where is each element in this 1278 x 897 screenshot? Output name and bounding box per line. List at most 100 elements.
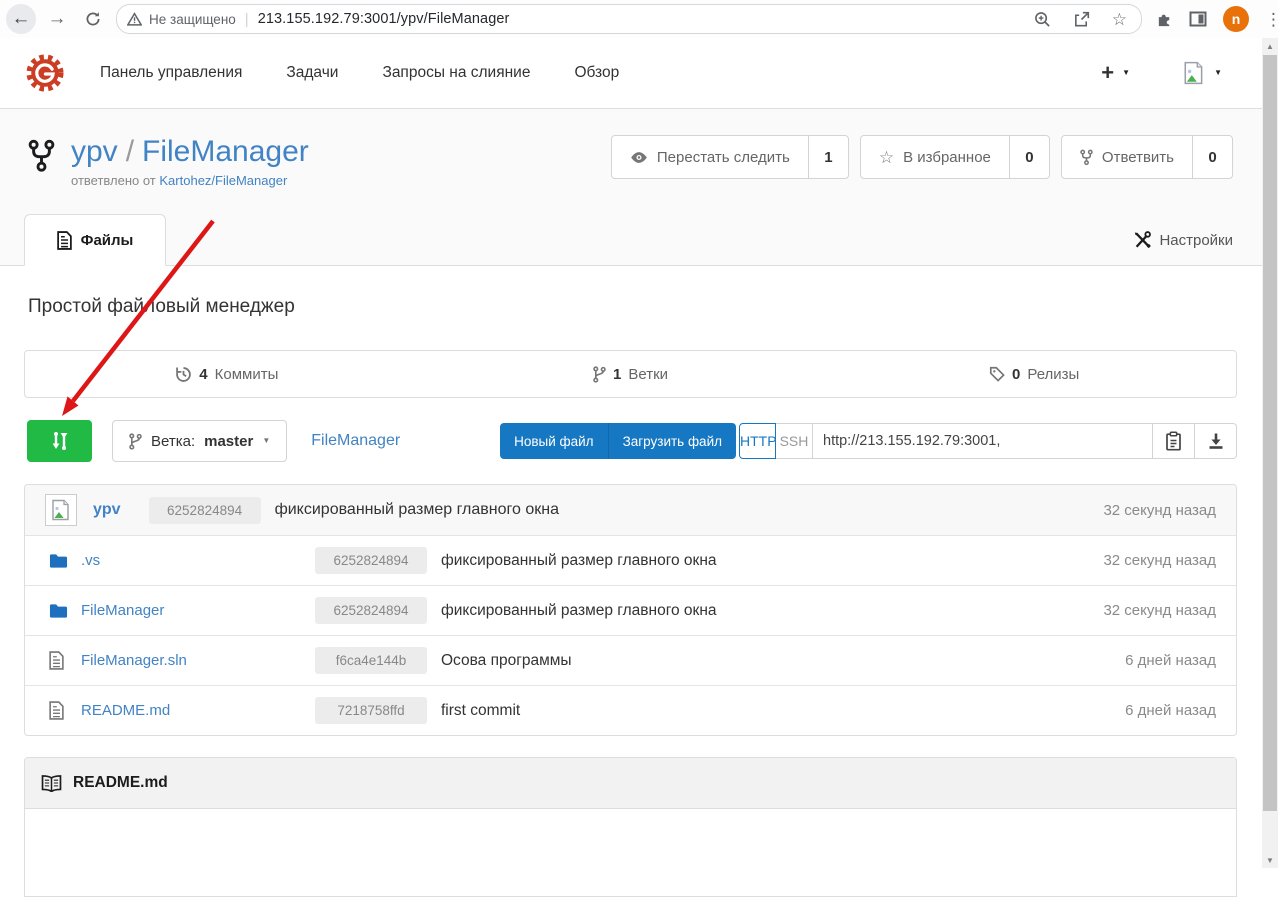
scrollbar-thumb[interactable] [1263, 55, 1277, 811]
browser-forward-button[interactable]: → [42, 4, 72, 34]
browser-profile-avatar[interactable]: n [1223, 6, 1249, 32]
commit-message[interactable]: first commit [441, 702, 520, 720]
commit-message[interactable]: фиксированный размер главного окна [441, 552, 717, 570]
star-button-group: ☆ В избранное 0 [860, 135, 1050, 179]
commit-message[interactable]: фиксированный размер главного окна [441, 602, 717, 620]
commit-time: 32 секунд назад [1103, 552, 1216, 569]
commit-time: 32 секунд назад [1103, 602, 1216, 619]
scrollbar-down-arrow[interactable]: ▼ [1262, 852, 1278, 868]
commit-author-link[interactable]: ypv [93, 501, 121, 519]
browser-reload-button[interactable] [78, 4, 108, 34]
commit-time: 6 дней назад [1125, 702, 1216, 719]
table-row: .vs 6252824894 фиксированный размер глав… [25, 535, 1236, 585]
file-icon [57, 231, 72, 250]
clipboard-icon [1165, 431, 1183, 451]
repo-action-buttons: Перестать следить 1 ☆ В избранное 0 Отве… [611, 135, 1233, 179]
broken-image-icon [50, 499, 72, 521]
commit-sha-badge[interactable]: 6252824894 [315, 547, 427, 574]
copy-clone-url-button[interactable] [1153, 423, 1195, 459]
branches-label: Ветки [628, 366, 668, 383]
nav-item-explore[interactable]: Обзор [574, 64, 619, 82]
unwatch-label: Перестать следить [657, 149, 790, 166]
tag-icon [989, 366, 1005, 382]
commits-count: 4 [199, 366, 207, 383]
fork-note-text: ответвлено от [71, 173, 156, 188]
download-archive-button[interactable] [1195, 423, 1237, 459]
readme-title: README.md [73, 774, 168, 792]
new-file-button[interactable]: Новый файл [500, 423, 607, 459]
create-new-menu[interactable]: + ▼ [1101, 62, 1130, 84]
commit-sha-badge[interactable]: 6252824894 [315, 597, 427, 624]
commit-sha-badge[interactable]: 7218758ffd [315, 697, 427, 724]
branch-selector[interactable]: Ветка: master ▼ [112, 420, 287, 462]
nav-item-issues[interactable]: Задачи [286, 64, 338, 82]
branch-icon [593, 366, 606, 383]
security-status-label[interactable]: Не защищено [149, 12, 236, 27]
address-bar[interactable]: Не защищено | 213.155.192.79:3001/ypv/Fi… [116, 4, 1142, 34]
file-link[interactable]: FileManager [81, 602, 164, 619]
forks-count[interactable]: 0 [1192, 136, 1232, 178]
tools-icon [1133, 231, 1151, 249]
table-row: README.md 7218758ffd first commit 6 дней… [25, 685, 1236, 735]
commit-message[interactable]: фиксированный размер главного окна [275, 501, 559, 519]
url-text[interactable]: 213.155.192.79:3001/ypv/FileManager [258, 11, 510, 27]
fork-button-group: Ответвить 0 [1061, 135, 1233, 179]
watchers-count[interactable]: 1 [808, 136, 848, 178]
commits-label: Коммиты [215, 366, 279, 383]
tab-settings[interactable]: Настройки [1133, 231, 1233, 266]
star-button[interactable]: ☆ В избранное [861, 136, 1009, 178]
watch-button-group: Перестать следить 1 [611, 135, 849, 179]
releases-label: Релизы [1027, 366, 1079, 383]
commit-sha-badge[interactable]: f6ca4e144b [315, 647, 427, 674]
tab-settings-label: Настройки [1159, 232, 1233, 249]
nav-item-pull-requests[interactable]: Запросы на слияние [382, 64, 530, 82]
bookmark-star-icon[interactable]: ☆ [1112, 11, 1127, 28]
nav-item-dashboard[interactable]: Панель управления [100, 64, 242, 82]
file-link[interactable]: README.md [81, 702, 170, 719]
zoom-icon[interactable] [1034, 11, 1051, 28]
repo-stats-bar: 4 Коммиты 1 Ветки 0 Релизы [24, 350, 1237, 398]
history-icon [175, 366, 192, 383]
stars-count[interactable]: 0 [1009, 136, 1049, 178]
scrollbar-up-arrow[interactable]: ▲ [1262, 38, 1278, 54]
commit-message[interactable]: Осова программы [441, 652, 572, 670]
stat-branches[interactable]: 1 Ветки [429, 351, 833, 397]
browser-menu-icon[interactable]: ⋮ [1265, 11, 1278, 28]
commit-sha-badge[interactable]: 6252824894 [149, 497, 261, 524]
user-avatar-menu[interactable]: ▼ [1182, 61, 1222, 85]
breadcrumb-repo-root[interactable]: FileManager [311, 432, 400, 450]
browser-back-button[interactable]: ← [6, 4, 36, 34]
star-icon: ☆ [879, 149, 894, 166]
gogs-logo-icon[interactable] [26, 54, 64, 92]
url-divider: | [245, 11, 249, 28]
ssh-protocol-button[interactable]: SSH [776, 423, 813, 459]
stat-commits[interactable]: 4 Коммиты [25, 351, 429, 397]
tab-files-label: Файлы [81, 232, 134, 249]
eye-icon [630, 151, 648, 164]
upload-file-button[interactable]: Загрузить файл [608, 423, 736, 459]
file-link[interactable]: .vs [81, 552, 100, 569]
stat-releases[interactable]: 0 Релизы [832, 351, 1236, 397]
extensions-puzzle-icon[interactable] [1156, 11, 1173, 28]
share-icon[interactable] [1073, 11, 1090, 28]
side-panel-icon[interactable] [1189, 10, 1207, 28]
file-link[interactable]: FileManager.sln [81, 652, 187, 669]
repo-fork-icon [28, 139, 55, 173]
commit-author-avatar[interactable] [45, 494, 77, 526]
book-icon [41, 775, 62, 792]
compare-button[interactable] [27, 420, 92, 462]
clone-url-group: HTTP SSH [739, 423, 1237, 459]
fork-origin-link[interactable]: Kartohez/FileManager [159, 173, 287, 188]
http-protocol-button[interactable]: HTTP [739, 423, 776, 459]
branches-count: 1 [613, 366, 621, 383]
fork-button[interactable]: Ответвить [1062, 136, 1192, 178]
repo-controls: Ветка: master ▼ FileManager Новый файл З… [24, 420, 1237, 462]
repo-name-link[interactable]: FileManager [142, 135, 309, 168]
table-row: FileManager 6252824894 фиксированный раз… [25, 585, 1236, 635]
clone-url-input[interactable] [813, 423, 1153, 459]
repo-owner-link[interactable]: ypv [71, 135, 118, 168]
chevron-down-icon: ▼ [262, 437, 270, 445]
unwatch-button[interactable]: Перестать следить [612, 136, 808, 178]
tab-files[interactable]: Файлы [24, 214, 166, 266]
scrollbar: ▲ ▼ [1262, 38, 1278, 868]
